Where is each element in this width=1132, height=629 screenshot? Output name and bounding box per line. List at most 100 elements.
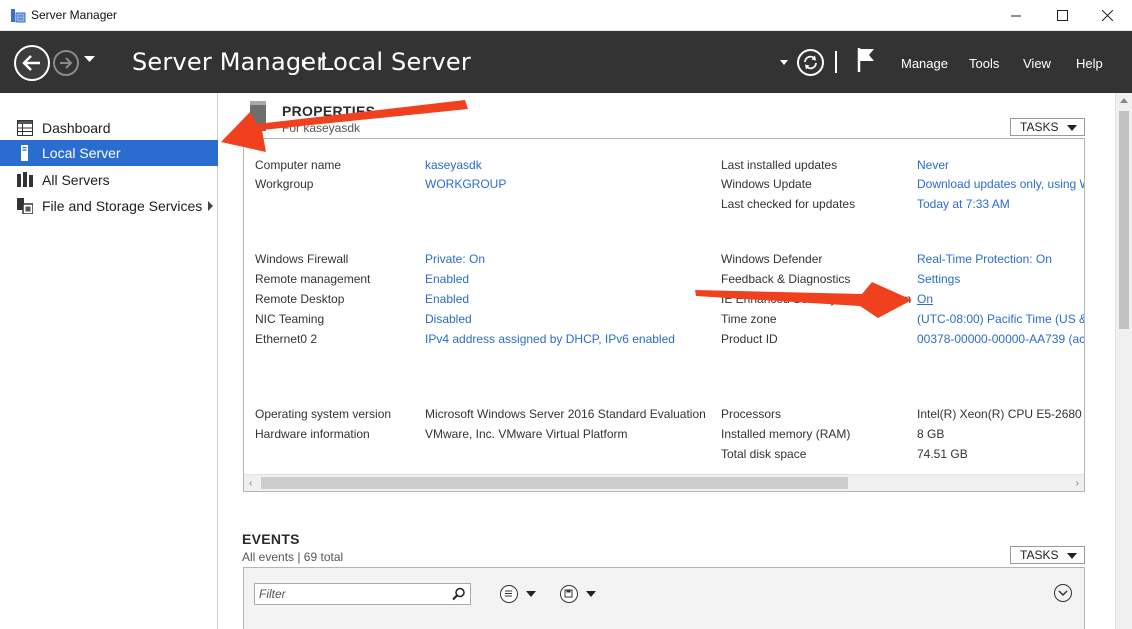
history-dropdown-icon[interactable] xyxy=(84,56,95,64)
notifications-flag-icon[interactable] xyxy=(856,47,876,73)
chevron-down-icon xyxy=(1058,590,1068,597)
property-value: Microsoft Windows Server 2016 Standard E… xyxy=(425,407,706,421)
property-value-link[interactable]: (UTC-08:00) Pacific Time (US & Canada) xyxy=(917,312,1084,326)
property-value-link[interactable]: Enabled xyxy=(425,272,469,286)
sidebar-item-local-server[interactable]: Local Server xyxy=(0,140,218,166)
property-label: Processors xyxy=(721,407,782,421)
property-value-link[interactable]: Real-Time Protection: On xyxy=(917,252,1052,266)
main-content: PROPERTIES For kaseyasdk TASKS Computer … xyxy=(219,93,1115,629)
property-label: Time zone xyxy=(721,312,777,326)
refresh-button[interactable] xyxy=(797,49,824,76)
sidebar-item-label: All Servers xyxy=(42,172,110,188)
scroll-right-icon[interactable]: › xyxy=(1076,478,1079,489)
property-value: Intel(R) Xeon(R) CPU E5-2680 v2 xyxy=(917,407,1085,421)
property-value-link[interactable]: Download updates only, using Windows Upd… xyxy=(917,177,1084,191)
save-query-dropdown-icon[interactable] xyxy=(586,591,596,597)
property-value: 8 GB xyxy=(917,427,945,441)
sidebar-item-label: File and Storage Services xyxy=(42,198,203,214)
maximize-icon xyxy=(1056,10,1068,21)
main-vertical-scrollbar[interactable] xyxy=(1115,93,1132,629)
events-title: EVENTS xyxy=(242,531,300,547)
menu-tools[interactable]: Tools xyxy=(969,56,999,71)
sidebar: Dashboard Local Server All Servers File … xyxy=(0,93,218,629)
back-button[interactable] xyxy=(14,45,50,81)
property-value: 74.51 GB xyxy=(917,447,968,461)
property-value-link[interactable]: IPv4 address assigned by DHCP, IPv6 enab… xyxy=(425,332,675,346)
property-value-link[interactable]: Never xyxy=(917,158,949,172)
title-bar: Server Manager xyxy=(0,0,1132,31)
forward-button[interactable] xyxy=(53,50,79,76)
property-label: Windows Firewall xyxy=(255,252,349,266)
minimize-button[interactable] xyxy=(993,0,1039,31)
property-label: Product ID xyxy=(721,332,778,346)
query-options-button[interactable] xyxy=(500,585,518,603)
property-label: Remote management xyxy=(255,272,371,286)
save-icon xyxy=(564,589,573,598)
list-options-icon xyxy=(505,590,512,597)
window-title: Server Manager xyxy=(31,8,118,22)
property-value-link[interactable]: Settings xyxy=(917,272,960,286)
property-label: Computer name xyxy=(255,158,342,172)
filter-placeholder: Filter xyxy=(259,587,286,601)
breadcrumb-root[interactable]: Server Manager xyxy=(132,48,326,76)
property-value-link[interactable]: kaseyasdk xyxy=(425,158,482,172)
property-value-link[interactable]: Disabled xyxy=(425,312,472,326)
ie-enhanced-security-link[interactable]: On xyxy=(917,292,933,306)
property-label: Last installed updates xyxy=(721,158,838,172)
property-label: Installed memory (RAM) xyxy=(721,427,851,441)
header-bar: Server Manager Local Server Manage Tools… xyxy=(0,31,1132,93)
all-servers-icon xyxy=(17,172,33,187)
properties-tasks-button[interactable]: TASKS xyxy=(1010,118,1085,136)
property-label: Last checked for updates xyxy=(721,197,856,211)
search-icon[interactable] xyxy=(452,587,466,601)
sidebar-item-file-storage[interactable]: File and Storage Services xyxy=(0,193,218,219)
property-label: Remote Desktop xyxy=(255,292,345,306)
sidebar-item-dashboard[interactable]: Dashboard xyxy=(0,115,218,141)
header-divider xyxy=(835,51,837,73)
local-server-icon xyxy=(21,145,28,161)
storage-icon xyxy=(17,198,33,214)
scrollbar-thumb[interactable] xyxy=(1119,111,1129,329)
property-value-link[interactable]: 00378-00000-00000-AA739 (activated) xyxy=(917,332,1084,346)
property-value-link[interactable]: WORKGROUP xyxy=(425,177,506,191)
property-label: Workgroup xyxy=(255,177,314,191)
property-label: NIC Teaming xyxy=(255,312,325,326)
save-query-button[interactable] xyxy=(560,585,578,603)
menu-manage[interactable]: Manage xyxy=(901,56,948,71)
expand-chevron-icon[interactable] xyxy=(208,201,213,211)
sidebar-item-label: Dashboard xyxy=(42,120,111,136)
property-value-link[interactable]: Enabled xyxy=(425,292,469,306)
server-manager-app-icon xyxy=(11,9,26,23)
property-value-link[interactable]: Today at 7:33 AM xyxy=(917,197,1010,211)
sidebar-item-label: Local Server xyxy=(42,145,121,161)
breadcrumb-dropdown-icon[interactable] xyxy=(780,60,788,65)
property-label: IE Enhanced Security Configuration xyxy=(721,292,912,306)
scroll-up-icon[interactable] xyxy=(1120,98,1128,103)
events-tasks-button[interactable]: TASKS xyxy=(1010,546,1085,564)
tasks-label: TASKS xyxy=(1020,548,1059,562)
events-filter-input[interactable]: Filter xyxy=(254,583,471,605)
events-subtitle: All events | 69 total xyxy=(242,550,344,564)
scrollbar-thumb[interactable] xyxy=(261,477,848,489)
properties-horizontal-scrollbar[interactable]: ‹ › xyxy=(244,474,1084,491)
sidebar-item-all-servers[interactable]: All Servers xyxy=(0,167,218,193)
back-arrow-icon xyxy=(22,55,40,71)
property-label: Feedback & Diagnostics xyxy=(721,272,851,286)
property-label: Hardware information xyxy=(255,427,370,441)
property-value-link[interactable]: Private: On xyxy=(425,252,485,266)
expand-panel-button[interactable] xyxy=(1054,584,1072,602)
minimize-icon xyxy=(1010,15,1021,17)
menu-help[interactable]: Help xyxy=(1076,56,1103,71)
scroll-left-icon[interactable]: ‹ xyxy=(249,478,252,489)
menu-view[interactable]: View xyxy=(1023,56,1051,71)
properties-panel: Computer name kaseyasdk Workgroup WORKGR… xyxy=(243,138,1085,492)
query-options-dropdown-icon[interactable] xyxy=(526,591,536,597)
close-icon xyxy=(1101,10,1113,21)
close-button[interactable] xyxy=(1084,0,1130,31)
property-label: Windows Defender xyxy=(721,252,823,266)
property-value: VMware, Inc. VMware Virtual Platform xyxy=(425,427,628,441)
tasks-dropdown-icon xyxy=(1067,125,1077,131)
maximize-button[interactable] xyxy=(1039,0,1085,31)
breadcrumb-current: Local Server xyxy=(320,48,471,76)
breadcrumb-separator-icon xyxy=(302,59,307,67)
